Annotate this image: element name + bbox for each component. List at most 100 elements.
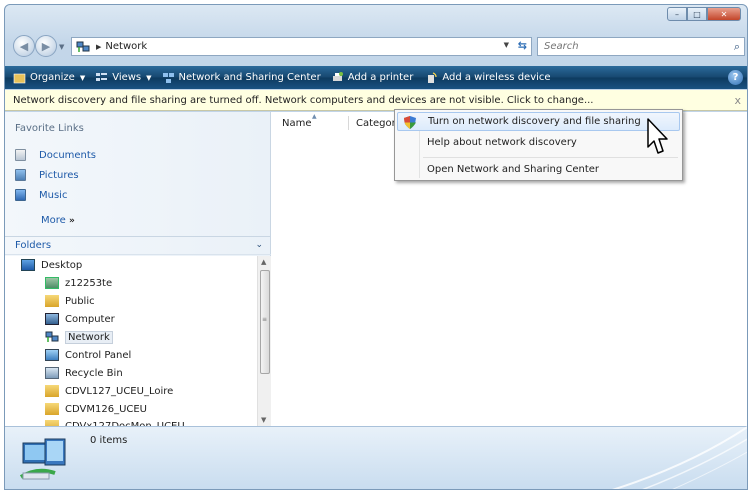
infobar-context-menu: Turn on network discovery and file shari… <box>394 109 683 181</box>
views-icon <box>96 72 108 81</box>
close-infobar-icon[interactable]: x <box>734 94 741 107</box>
information-bar[interactable]: Network discovery and file sharing are t… <box>5 90 747 111</box>
wireless-device-icon <box>428 71 437 83</box>
favorite-documents[interactable]: Documents <box>15 149 96 161</box>
folder-icon <box>45 403 59 415</box>
menu-item-label: Help about network discovery <box>427 137 577 148</box>
close-button[interactable]: ✕ <box>707 7 741 21</box>
item-count: 0 items <box>90 435 128 446</box>
network-large-icon <box>19 438 66 480</box>
tree-item-label: Control Panel <box>65 349 132 361</box>
tree-item-desktop[interactable]: Desktop <box>21 257 82 273</box>
pictures-icon <box>15 169 26 181</box>
more-favorites-link[interactable]: More » <box>41 215 75 226</box>
add-printer-label: Add a printer <box>347 72 414 83</box>
maximize-button[interactable]: □ <box>687 7 707 21</box>
scroll-down-arrow-icon[interactable]: ▼ <box>261 416 266 424</box>
information-bar-text: Network discovery and file sharing are t… <box>13 94 594 106</box>
details-pane: 0 items <box>5 426 747 489</box>
search-input[interactable] <box>544 41 714 52</box>
scrollbar-grip-icon: ≡ <box>262 316 268 323</box>
decorative-swoosh <box>611 426 747 489</box>
add-wireless-device-label: Add a wireless device <box>442 72 551 83</box>
sort-ascending-icon: ▲ <box>312 113 317 120</box>
organize-dropdown-icon: ▼ <box>79 73 86 82</box>
caption-buttons: – □ ✕ <box>667 7 741 21</box>
computer-icon <box>45 313 59 325</box>
organize-icon <box>13 73 26 83</box>
network-sharing-center-button[interactable]: Network and Sharing Center <box>162 66 321 89</box>
tree-item-label: Desktop <box>41 259 83 271</box>
back-button[interactable]: ◀ <box>13 35 35 57</box>
views-dropdown-icon: ▼ <box>146 73 152 82</box>
explorer-window: – □ ✕ ◀ ▶ ▼ ▶ Network ▼ ⇆ ⌕ Organize ▼ <box>4 4 748 490</box>
favorite-music-label: Music <box>39 189 68 201</box>
network-sharing-center-label: Network and Sharing Center <box>178 72 321 83</box>
add-printer-button[interactable]: Add a printer <box>331 66 414 89</box>
address-dropdown-icon[interactable]: ▼ <box>504 41 509 49</box>
desktop-icon <box>21 259 35 271</box>
mouse-pointer-icon <box>647 118 668 154</box>
views-label: Views <box>112 72 142 83</box>
recycle-bin-icon <box>45 367 59 379</box>
tree-item-label: CDVM126_UCEU <box>65 403 148 415</box>
folders-chevron-icon[interactable]: ⌄ <box>255 240 263 250</box>
tree-item-label: Recycle Bin <box>65 367 123 379</box>
double-chevron-icon: » <box>68 216 75 226</box>
favorite-documents-label: Documents <box>39 149 97 161</box>
favorite-pictures[interactable]: Pictures <box>15 169 79 181</box>
back-arrow-icon: ◀ <box>19 39 29 53</box>
scroll-up-arrow-icon[interactable]: ▲ <box>261 258 266 266</box>
printer-icon <box>332 71 343 81</box>
address-bar[interactable]: ▶ Network ▼ ⇆ <box>71 37 532 56</box>
breadcrumb-arrow-icon[interactable]: ▶ <box>96 43 101 51</box>
folders-title: Folders <box>15 240 52 251</box>
music-icon <box>15 189 26 201</box>
refresh-icon[interactable]: ⇆ <box>518 39 527 52</box>
column-header-name[interactable]: Name <box>282 118 312 129</box>
menu-item-turn-on-discovery[interactable]: Turn on network discovery and file shari… <box>397 112 680 131</box>
tree-item-user[interactable]: z12253te <box>45 275 112 291</box>
menu-item-label: Open Network and Sharing Center <box>427 164 600 175</box>
minimize-button[interactable]: – <box>667 7 687 21</box>
tree-item-cdvm126[interactable]: CDVM126_UCEU <box>45 401 147 417</box>
folder-tree: Desktop z12253te Public Computer Network… <box>5 256 257 432</box>
menu-item-open-sharing-center[interactable]: Open Network and Sharing Center <box>397 160 680 179</box>
tree-item-label: Network <box>65 330 113 344</box>
menu-separator <box>423 157 678 158</box>
tree-item-control-panel[interactable]: Control Panel <box>45 347 131 363</box>
network-icon <box>45 331 59 342</box>
documents-icon <box>15 149 26 161</box>
folder-tree-scrollbar[interactable]: ▲ ≡ ▼ <box>257 256 271 426</box>
network-icon <box>76 41 90 52</box>
menu-item-help-discovery[interactable]: Help about network discovery <box>397 133 680 152</box>
folder-icon <box>45 295 59 307</box>
navigation-pane: Favorite Links Documents Pictures Music … <box>5 112 271 432</box>
forward-button[interactable]: ▶ <box>35 35 57 57</box>
folders-header[interactable]: Folders ⌄ <box>5 236 271 255</box>
tree-item-network[interactable]: Network <box>45 329 113 345</box>
organize-button[interactable]: Organize ▼ <box>13 66 85 89</box>
views-button[interactable]: Views ▼ <box>95 66 152 89</box>
recent-pages-dropdown-icon[interactable]: ▼ <box>59 43 64 51</box>
favorite-music[interactable]: Music <box>15 189 67 201</box>
search-icon[interactable]: ⌕ <box>734 40 740 54</box>
tree-item-recycle-bin[interactable]: Recycle Bin <box>45 365 123 381</box>
breadcrumb-network[interactable]: Network <box>105 41 147 52</box>
more-label: More <box>41 215 66 226</box>
tree-item-label: Computer <box>65 313 115 325</box>
menu-item-label: Turn on network discovery and file shari… <box>428 116 641 127</box>
tree-item-cdvl127[interactable]: CDVL127_UCEU_Loire <box>45 383 173 399</box>
column-separator[interactable] <box>348 116 349 130</box>
tree-item-computer[interactable]: Computer <box>45 311 115 327</box>
add-wireless-device-button[interactable]: Add a wireless device <box>425 66 551 89</box>
user-folder-icon <box>45 277 59 289</box>
network-sharing-center-icon <box>162 72 174 83</box>
help-icon[interactable]: ? <box>728 70 743 85</box>
control-panel-icon <box>45 349 59 361</box>
search-box[interactable]: ⌕ <box>537 37 745 56</box>
tree-item-public[interactable]: Public <box>45 293 95 309</box>
favorite-pictures-label: Pictures <box>39 169 79 181</box>
organize-label: Organize <box>30 72 75 83</box>
forward-arrow-icon: ▶ <box>41 39 51 53</box>
